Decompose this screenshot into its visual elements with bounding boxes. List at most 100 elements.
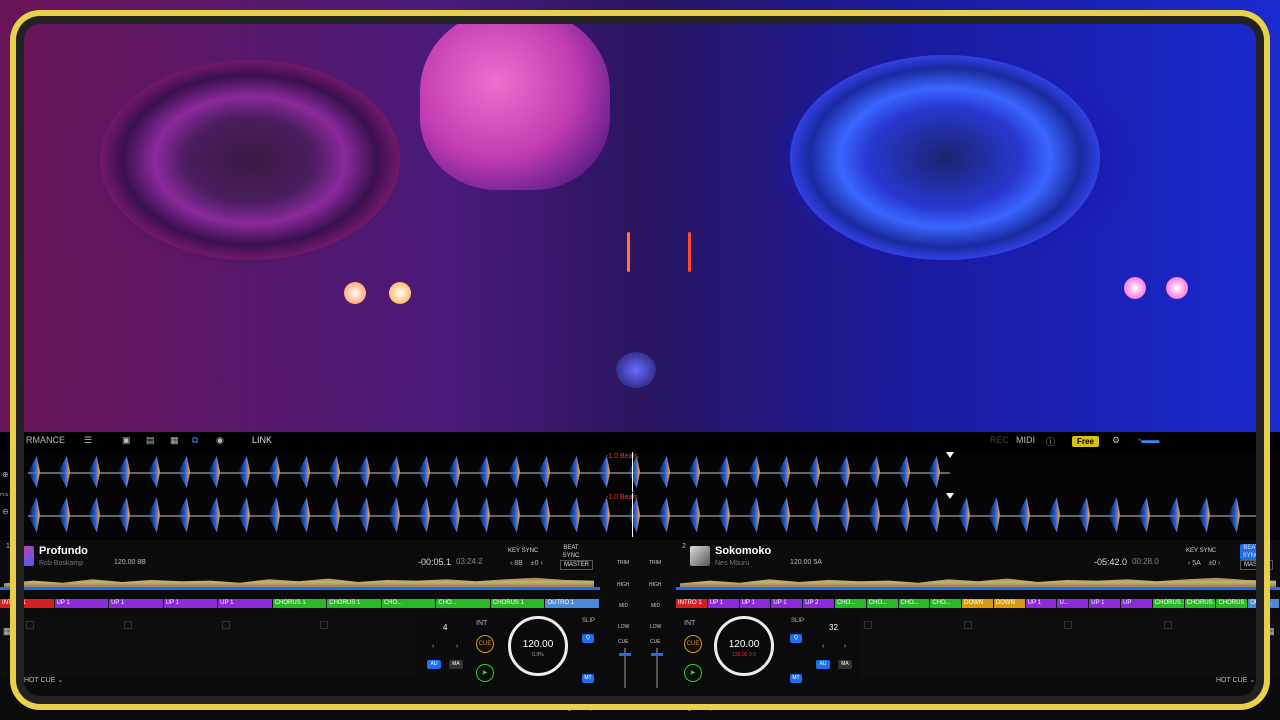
beat-jump-size[interactable]: 32 (829, 623, 838, 632)
section-segment[interactable]: INTRO 1 (0, 599, 54, 608)
section-segment[interactable]: UP 1 (1089, 599, 1121, 608)
auto-button[interactable]: AU (427, 660, 441, 669)
deck2-waveform[interactable]: RST ◂ ⊖ -1.0 Beats (0, 493, 1280, 537)
section-segment[interactable]: CHORUS 1 (1184, 599, 1216, 608)
zoom-in-icon[interactable]: ⊕ (2, 470, 9, 479)
master-tempo-button[interactable]: MA (449, 660, 463, 669)
key-display[interactable]: ‹ 8B ±0 › (510, 560, 543, 567)
headphone-icon[interactable]: 🎧︎ (444, 700, 455, 711)
pad-slot[interactable] (124, 621, 132, 629)
close-icon[interactable]: × (1266, 546, 1270, 553)
section-segment[interactable]: INTRO 1 (676, 599, 707, 608)
slip-button[interactable]: SLIP (791, 618, 804, 624)
section-segment[interactable]: CHORUS 1 (1216, 599, 1248, 608)
deck1-waveform[interactable]: ⊕ -1.0 Beats (0, 452, 1280, 492)
section-segment[interactable]: UP 1 (163, 599, 218, 608)
hot-cue-selector[interactable]: HOT CUE ⌄ (1216, 676, 1255, 684)
level-knob-icon[interactable]: ◔ (508, 700, 513, 710)
crossfader[interactable] (612, 705, 640, 707)
section-segment[interactable]: CHORUS 1 (327, 599, 381, 608)
section-segment[interactable]: CHO... (866, 599, 898, 608)
section-segment[interactable]: CHO... (381, 599, 436, 608)
fx-icon[interactable]: ▣ (122, 435, 131, 446)
beat-sync-button[interactable]: BEAT SYNC (1240, 544, 1262, 560)
fx-assign-4[interactable]: 4 (588, 707, 591, 713)
pad-slot[interactable] (320, 621, 328, 629)
slip-button[interactable]: SLIP (582, 618, 595, 624)
beat-jump-size[interactable]: 4 (443, 623, 447, 632)
section-segment[interactable]: UP 1 (218, 599, 272, 608)
mode-label[interactable]: RMANCE (26, 435, 65, 445)
play-button[interactable]: ▶ (476, 664, 494, 682)
int-selector[interactable]: INT (476, 620, 487, 627)
section-bar[interactable]: INTRO 1 UP 1 UP 1 UP 1 UP 1 CHORUS 1 CHORUS 1C… (0, 599, 600, 608)
section-segment[interactable]: UP 2 (803, 599, 834, 608)
section-segment[interactable]: OUTR... (1248, 599, 1279, 608)
beat-jump-back[interactable]: ‹ (822, 643, 824, 650)
section-segment[interactable]: CHO... (930, 599, 962, 608)
info-icon[interactable]: ⓘ (1046, 435, 1055, 448)
midi-button[interactable]: MIDI (1016, 435, 1035, 445)
cue-button[interactable]: CUE (684, 635, 702, 653)
section-segment[interactable]: CHORUS 1 (272, 599, 327, 608)
section-segment[interactable]: OUTRO 1 (545, 599, 599, 608)
sampler-icon[interactable]: ▤ (146, 435, 155, 446)
grid-icon[interactable]: ▦ (170, 435, 179, 446)
pad-grid-icon[interactable]: ▦ (3, 626, 12, 637)
quantize-button[interactable]: Q (790, 634, 802, 643)
hot-cue-pads[interactable] (860, 617, 1280, 677)
master-button[interactable]: MASTER (1240, 560, 1274, 570)
fx-assign-3[interactable]: 3 (688, 707, 691, 713)
section-segment[interactable]: UP 1 (707, 599, 739, 608)
fx-assign-2[interactable]: 2 (588, 698, 591, 704)
pad-slot[interactable] (1164, 621, 1172, 629)
quantize-button[interactable]: Q (582, 634, 594, 643)
settings-icon[interactable]: ⚙ (1112, 435, 1120, 446)
key-sync-button[interactable]: KEY SYNC (508, 547, 538, 555)
reset-label[interactable]: RST ◂ (0, 493, 17, 498)
key-display[interactable]: ‹ 5A ±0 › (1188, 560, 1220, 567)
beat-jump-back[interactable]: ‹ (432, 643, 434, 650)
fx-assign-2[interactable]: 2 (708, 698, 711, 704)
mixer-icon[interactable]: ⧉ (192, 435, 198, 446)
section-segment[interactable]: UP 1 (109, 599, 163, 608)
fader-cap-1[interactable] (619, 653, 631, 656)
mt-button[interactable]: MT (790, 674, 802, 683)
int-selector[interactable]: INT (684, 620, 695, 627)
section-segment[interactable]: CHO... (436, 599, 490, 608)
cue-label-1[interactable]: CUE (618, 639, 629, 645)
zoom-out-icon[interactable]: ⊖ (2, 507, 9, 516)
fader-cap-2[interactable] (651, 653, 663, 656)
beat-jump-forward[interactable]: › (844, 643, 846, 650)
mt-button[interactable]: MT (582, 674, 594, 683)
pad-slot[interactable] (864, 621, 872, 629)
section-segment[interactable]: CHORUS 1 (490, 599, 545, 608)
section-segment[interactable]: UP 1 (739, 599, 771, 608)
cue-button[interactable]: CUE (476, 635, 494, 653)
section-segment[interactable]: UP 1 (771, 599, 803, 608)
section-segment[interactable]: UP (1121, 599, 1152, 608)
auto-button[interactable]: AU (816, 660, 830, 669)
pad-slot[interactable] (26, 621, 34, 629)
section-segment[interactable]: U... (1057, 599, 1089, 608)
beat-jump-forward[interactable]: › (456, 643, 458, 650)
rec-label[interactable]: REC (990, 435, 1009, 445)
pad-slot[interactable] (964, 621, 972, 629)
master-button[interactable]: MASTER (560, 560, 594, 570)
cue-label-2[interactable]: CUE (650, 639, 661, 645)
play-button[interactable]: ▶ (684, 664, 702, 682)
fx-assign-4[interactable]: 4 (708, 707, 711, 713)
key-sync-button[interactable]: KEY SYNC (1186, 547, 1216, 555)
section-bar[interactable]: INTRO 1 UP 1 UP 1 UP 1 UP 2 CHO... CHO... CHO..… (676, 599, 1280, 608)
pad-slot[interactable] (222, 621, 230, 629)
fx-assign-1[interactable]: 1 (568, 698, 571, 704)
section-segment[interactable]: CHORUS 1 (1152, 599, 1184, 608)
pad-slot[interactable] (1064, 621, 1072, 629)
section-segment[interactable]: DOWN (993, 599, 1025, 608)
section-segment[interactable]: DOWN (962, 599, 993, 608)
section-segment[interactable]: UP 1 (1025, 599, 1057, 608)
section-segment[interactable]: CHO... (898, 599, 930, 608)
section-segment[interactable]: CHO... (834, 599, 866, 608)
list-icon[interactable]: ☰ (84, 435, 92, 446)
fx-assign-1[interactable]: 1 (688, 698, 691, 704)
